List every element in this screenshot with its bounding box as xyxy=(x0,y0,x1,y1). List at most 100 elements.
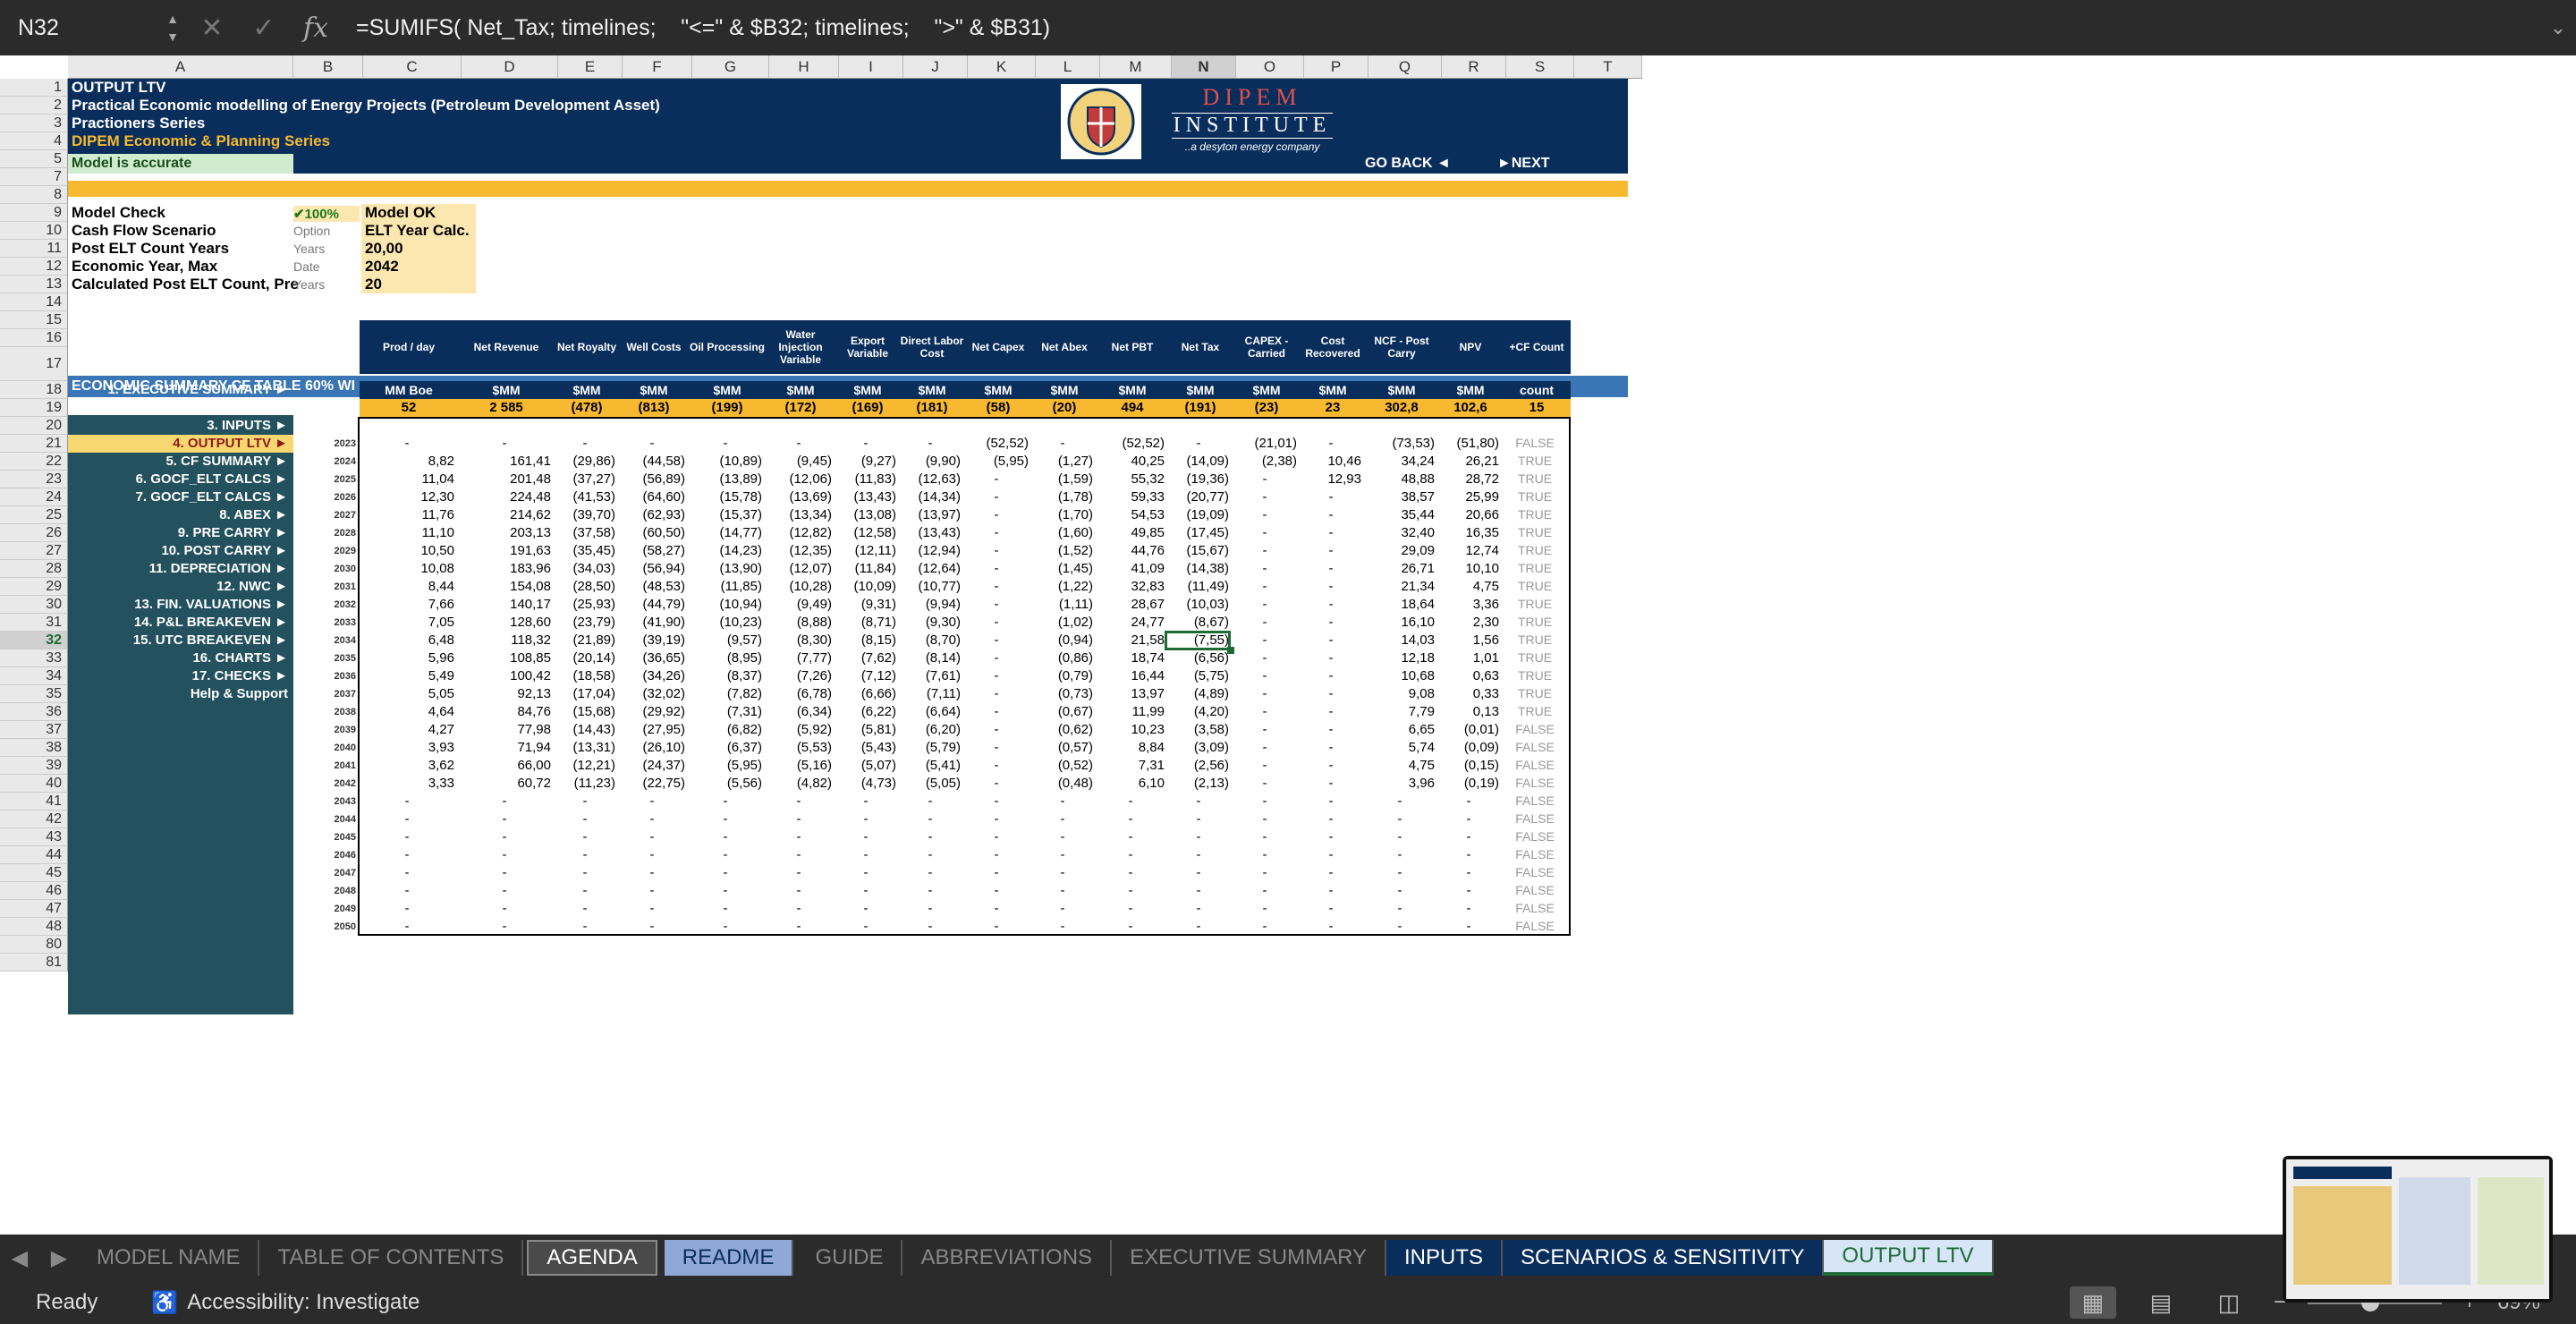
table-cell[interactable]: (13,34) xyxy=(766,507,832,523)
table-cell[interactable]: - xyxy=(1233,829,1297,845)
table-cell[interactable]: (10,89) xyxy=(689,454,762,470)
table-cell[interactable]: (10,28) xyxy=(766,579,832,595)
table-cell[interactable]: - xyxy=(689,436,762,452)
table-cell[interactable]: - xyxy=(1365,883,1435,899)
table-cell[interactable]: - xyxy=(964,489,1029,505)
row-header-44[interactable]: 44 xyxy=(0,846,68,864)
table-cell[interactable]: - xyxy=(964,507,1029,523)
table-cell[interactable]: - xyxy=(458,901,551,917)
table-cell[interactable]: 16,44 xyxy=(1097,668,1165,684)
table-cell[interactable]: 71,94 xyxy=(458,740,551,756)
table-cell[interactable]: 12,74 xyxy=(1438,543,1499,559)
table-cell[interactable]: - xyxy=(900,883,961,899)
table-cell[interactable]: (0,52) xyxy=(1032,758,1093,774)
table-cell[interactable]: (5,79) xyxy=(900,740,961,756)
table-cell[interactable]: 3,62 xyxy=(360,758,454,774)
table-cell[interactable]: - xyxy=(1168,883,1229,899)
table-cell[interactable]: 214,62 xyxy=(458,507,551,523)
table-cell[interactable]: (7,11) xyxy=(900,686,961,702)
tab-guide[interactable]: GUIDE xyxy=(797,1240,903,1276)
table-cell[interactable]: - xyxy=(555,919,615,935)
table-cell[interactable]: - xyxy=(1233,489,1297,505)
table-cell[interactable]: - xyxy=(1233,865,1297,881)
table-cell[interactable]: (14,43) xyxy=(555,722,615,738)
formula-input[interactable]: =SUMIFS( Net_Tax; timelines; "<=" & $B32… xyxy=(345,9,2533,47)
table-cell[interactable]: - xyxy=(964,829,1029,845)
table-cell[interactable]: 128,60 xyxy=(458,615,551,631)
table-cell[interactable]: (0,62) xyxy=(1032,722,1093,738)
table-cell[interactable]: (0,94) xyxy=(1032,632,1093,649)
table-cell[interactable]: - xyxy=(689,794,762,810)
go-back-button[interactable]: GO BACK ◄ xyxy=(1365,156,1451,172)
table-cell[interactable]: - xyxy=(1233,847,1297,863)
row-header-46[interactable]: 46 xyxy=(0,882,68,900)
table-cell[interactable]: - xyxy=(458,919,551,935)
input-value[interactable]: ELT Year Calc. xyxy=(361,222,476,240)
table-cell[interactable]: - xyxy=(964,847,1029,863)
table-cell[interactable]: - xyxy=(900,901,961,917)
table-cell[interactable]: - xyxy=(619,847,685,863)
table-cell[interactable]: 6,10 xyxy=(1097,776,1165,792)
table-cell[interactable]: (7,26) xyxy=(766,668,832,684)
table-cell[interactable]: 10,23 xyxy=(1097,722,1165,738)
table-cell[interactable]: (1,45) xyxy=(1032,561,1093,577)
table-cell[interactable]: - xyxy=(555,865,615,881)
table-cell[interactable]: 40,25 xyxy=(1097,454,1165,470)
table-cell[interactable]: (23,79) xyxy=(555,615,615,631)
table-cell[interactable]: (13,97) xyxy=(900,507,961,523)
table-cell[interactable]: FALSE xyxy=(1503,776,1567,792)
table-cell[interactable]: FALSE xyxy=(1503,847,1567,863)
table-cell[interactable]: - xyxy=(1233,811,1297,828)
table-cell[interactable]: (17,04) xyxy=(555,686,615,702)
toc-title[interactable]: TABLE OF CONTENTS ► xyxy=(68,356,293,374)
row-header-39[interactable]: 39 xyxy=(0,757,68,775)
table-cell[interactable]: (0,79) xyxy=(1032,668,1093,684)
table-cell[interactable]: 4,75 xyxy=(1365,758,1435,774)
column-header-j[interactable]: J xyxy=(903,55,968,79)
row-header-24[interactable]: 24 xyxy=(0,488,68,506)
table-cell[interactable]: (60,50) xyxy=(619,525,685,541)
table-cell[interactable]: - xyxy=(766,847,832,863)
table-cell[interactable]: 59,33 xyxy=(1097,489,1165,505)
table-cell[interactable]: 7,05 xyxy=(360,615,454,631)
next-button[interactable]: ►NEXT xyxy=(1497,156,1550,172)
table-cell[interactable]: (12,63) xyxy=(900,471,961,488)
table-cell[interactable]: (13,43) xyxy=(835,489,896,505)
table-cell[interactable]: - xyxy=(900,919,961,935)
table-cell[interactable]: - xyxy=(1365,794,1435,810)
table-cell[interactable]: - xyxy=(1168,811,1229,828)
column-header-f[interactable]: F xyxy=(623,55,692,79)
row-header-17[interactable]: 17 xyxy=(0,347,68,381)
table-cell[interactable]: - xyxy=(619,901,685,917)
table-cell[interactable]: (3,58) xyxy=(1168,722,1229,738)
table-cell[interactable]: FALSE xyxy=(1503,919,1567,935)
table-cell[interactable]: 34,24 xyxy=(1365,454,1435,470)
table-cell[interactable]: TRUE xyxy=(1503,579,1567,595)
accessibility-icon[interactable]: ♿ xyxy=(151,1290,178,1316)
toc-item[interactable]: 1. EXECUTIVE SUMMARY ► xyxy=(68,381,293,399)
table-cell[interactable]: (12,35) xyxy=(766,543,832,559)
table-cell[interactable]: - xyxy=(555,829,615,845)
table-cell[interactable]: - xyxy=(1233,579,1297,595)
table-cell[interactable]: TRUE xyxy=(1503,650,1567,666)
table-cell[interactable]: 224,48 xyxy=(458,489,551,505)
table-cell[interactable]: 5,49 xyxy=(360,668,454,684)
table-cell[interactable]: (5,53) xyxy=(766,740,832,756)
toc-item[interactable]: 12. NWC ► xyxy=(68,578,293,596)
table-cell[interactable]: (15,78) xyxy=(689,489,762,505)
table-cell[interactable]: 26,21 xyxy=(1438,454,1499,470)
table-cell[interactable]: - xyxy=(1233,776,1297,792)
table-cell[interactable]: (19,09) xyxy=(1168,507,1229,523)
row-header-9[interactable]: 9 xyxy=(0,204,68,222)
table-cell[interactable]: (7,61) xyxy=(900,668,961,684)
toc-item[interactable]: Help & Support xyxy=(68,685,293,703)
table-cell[interactable]: (41,53) xyxy=(555,489,615,505)
table-cell[interactable]: TRUE xyxy=(1503,454,1567,470)
table-cell[interactable]: - xyxy=(964,901,1029,917)
table-cell[interactable]: (3,09) xyxy=(1168,740,1229,756)
table-cell[interactable]: - xyxy=(689,865,762,881)
table-cell[interactable]: 11,10 xyxy=(360,525,454,541)
table-cell[interactable]: - xyxy=(964,740,1029,756)
table-cell[interactable]: (35,45) xyxy=(555,543,615,559)
table-cell[interactable]: TRUE xyxy=(1503,668,1567,684)
